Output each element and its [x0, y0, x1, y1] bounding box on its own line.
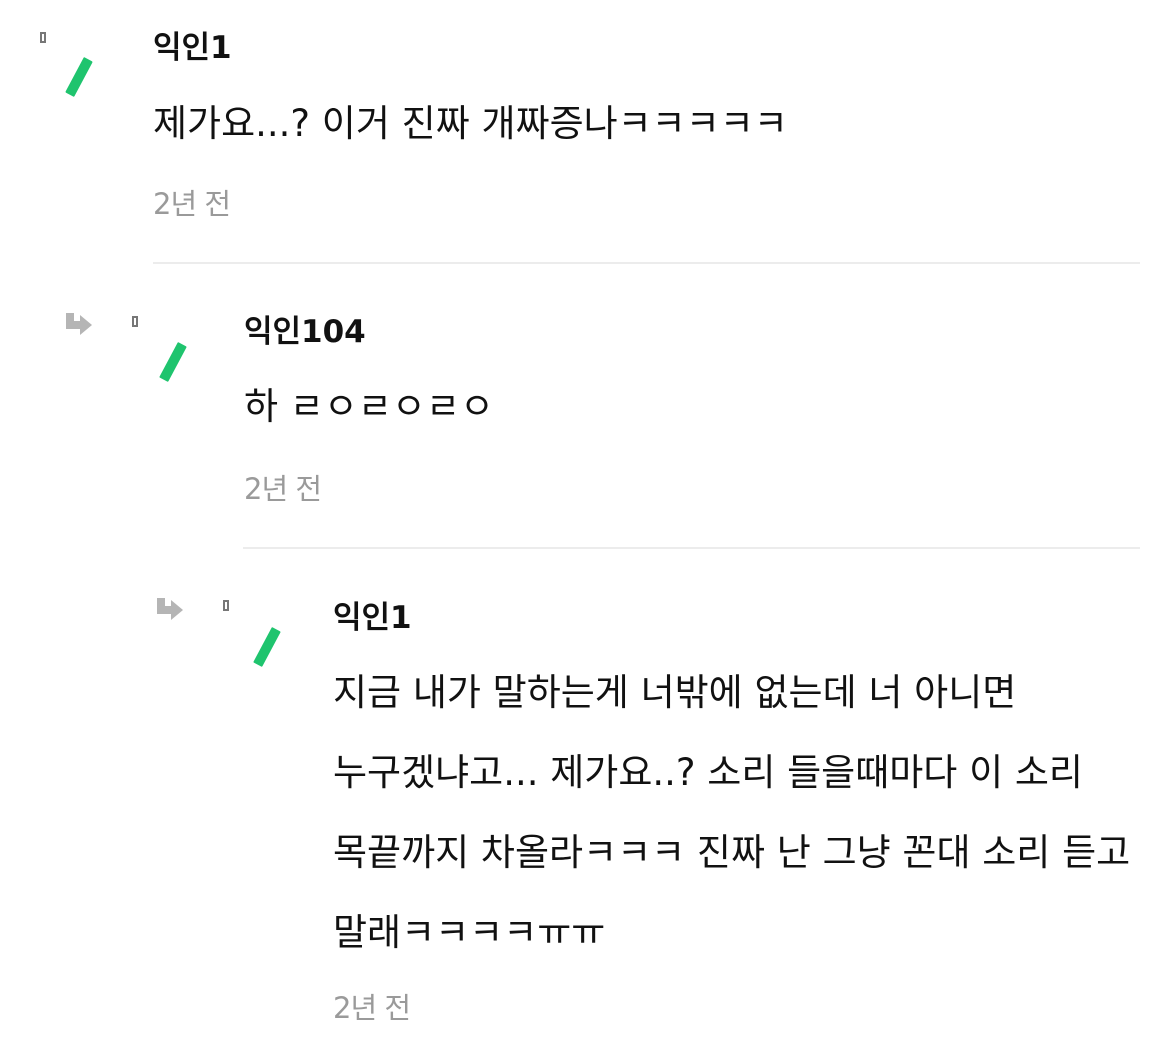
green-leaf-icon — [253, 626, 281, 668]
broken-image-icon — [223, 600, 229, 611]
comment-timestamp: 2년 전 — [333, 991, 411, 1025]
comment-author[interactable]: 익인1 — [333, 598, 412, 638]
reply-arrow-icon — [157, 598, 183, 620]
reply-item: 익인1 지금 내가 말하는게 너밖에 없는데 너 아니면 누구겠냐고... 제가… — [0, 0, 1170, 1059]
comment-text: 지금 내가 말하는게 너밖에 없는데 너 아니면 누구겠냐고... 제가요..?… — [333, 671, 1142, 954]
